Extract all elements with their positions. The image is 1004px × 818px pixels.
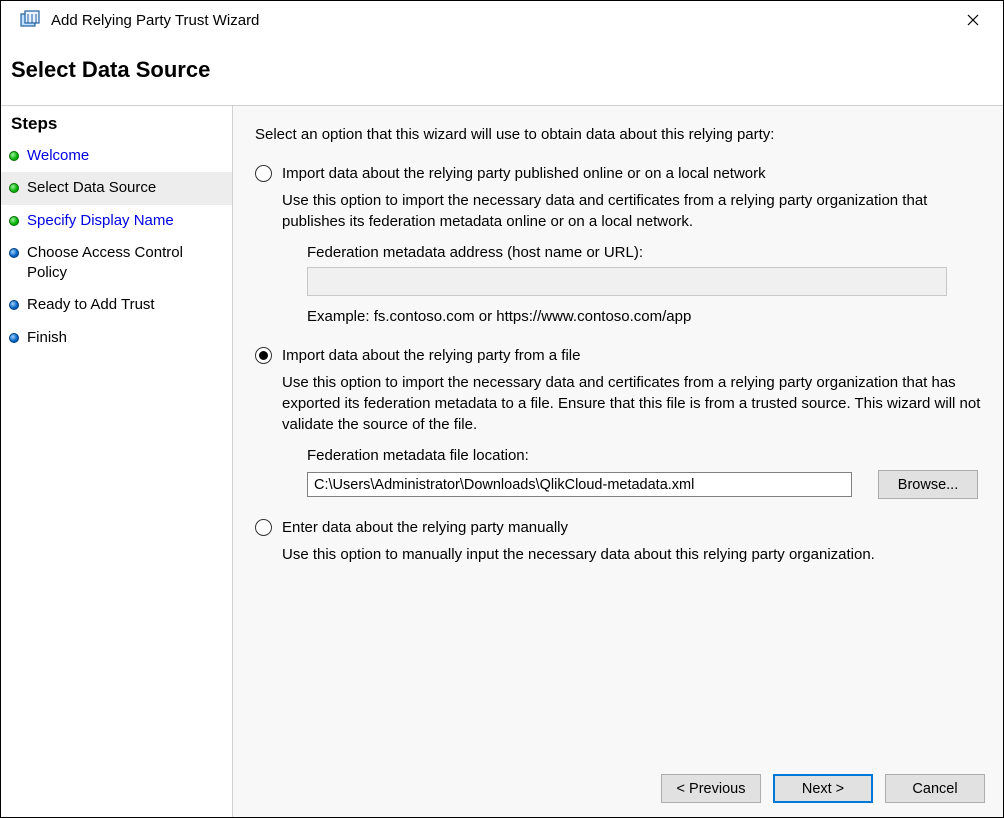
radio-enter-manually[interactable] [255, 519, 272, 536]
step-label: Choose Access Control Policy [27, 243, 224, 284]
radio-label: Import data about the relying party publ… [282, 163, 766, 184]
bullet-icon [9, 151, 19, 161]
option-desc: Use this option to import the necessary … [282, 372, 981, 435]
example-text: Example: fs.contoso.com or https://www.c… [307, 306, 981, 327]
content-wrap: Select an option that this wizard will u… [233, 105, 1003, 817]
metadata-file-input[interactable] [307, 472, 852, 497]
radio-label: Import data about the relying party from… [282, 345, 580, 366]
browse-button[interactable]: Browse... [878, 470, 978, 499]
cancel-button[interactable]: Cancel [885, 774, 985, 803]
steps-sidebar: Steps Welcome Select Data Source Specify… [1, 105, 233, 817]
app-icon [19, 9, 41, 31]
radio-label: Enter data about the relying party manua… [282, 517, 568, 538]
bullet-icon [9, 300, 19, 310]
window-title: Add Relying Party Trust Wizard [51, 12, 953, 29]
step-label: Specify Display Name [27, 211, 174, 231]
main-area: Steps Welcome Select Data Source Specify… [1, 105, 1003, 817]
close-button[interactable] [953, 5, 993, 35]
steps-header: Steps [1, 108, 232, 140]
step-label: Finish [27, 328, 67, 348]
option-desc: Use this option to manually input the ne… [282, 544, 981, 565]
step-specify-display-name[interactable]: Specify Display Name [1, 205, 232, 237]
option-desc: Use this option to import the necessary … [282, 190, 981, 232]
previous-button[interactable]: < Previous [661, 774, 761, 803]
content-area: Select an option that this wizard will u… [233, 106, 1003, 762]
step-select-data-source[interactable]: Select Data Source [1, 172, 232, 204]
next-button[interactable]: Next > [773, 774, 873, 803]
radio-import-file[interactable] [255, 347, 272, 364]
bullet-icon [9, 248, 19, 258]
step-welcome[interactable]: Welcome [1, 140, 232, 172]
intro-text: Select an option that this wizard will u… [255, 124, 981, 145]
bullet-icon [9, 216, 19, 226]
page-title: Select Data Source [1, 39, 1003, 105]
option-enter-manually: Enter data about the relying party manua… [255, 517, 981, 565]
titlebar: Add Relying Party Trust Wizard [1, 1, 1003, 39]
step-label: Welcome [27, 146, 89, 166]
option-import-online: Import data about the relying party publ… [255, 163, 981, 327]
bullet-icon [9, 183, 19, 193]
option-import-file: Import data about the relying party from… [255, 345, 981, 499]
close-icon [967, 14, 979, 26]
radio-import-online[interactable] [255, 165, 272, 182]
step-finish[interactable]: Finish [1, 322, 232, 354]
step-choose-access-control[interactable]: Choose Access Control Policy [1, 237, 232, 290]
footer: < Previous Next > Cancel [233, 762, 1003, 817]
bullet-icon [9, 333, 19, 343]
field-label-file-location: Federation metadata file location: [307, 445, 981, 466]
metadata-address-input [307, 267, 947, 296]
step-label: Select Data Source [27, 178, 156, 198]
step-label: Ready to Add Trust [27, 295, 155, 315]
field-label-metadata-address: Federation metadata address (host name o… [307, 242, 981, 263]
step-ready-to-add-trust[interactable]: Ready to Add Trust [1, 289, 232, 321]
